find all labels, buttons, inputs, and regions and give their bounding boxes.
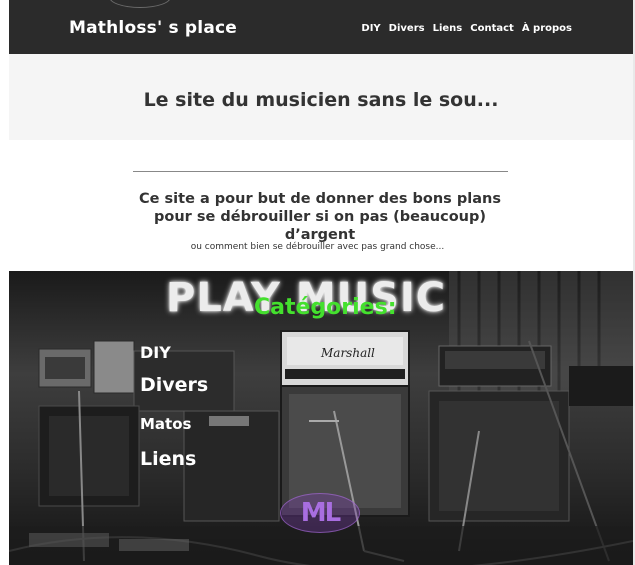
hero-banner: Marshall PLAY MUSIC Catégories: DIY Dive…: [9, 271, 633, 565]
categories-heading: Catégories:: [254, 295, 397, 320]
site-title-link[interactable]: Mathloss' s place: [69, 18, 237, 38]
main-nav: DIY Divers Liens Contact À propos: [361, 23, 572, 34]
nav-link-divers[interactable]: Divers: [389, 23, 425, 34]
category-link-liens[interactable]: Liens: [140, 448, 196, 470]
category-link-diy[interactable]: DIY: [140, 343, 171, 362]
ml-logo-text: ML: [300, 498, 341, 528]
intro-subtitle: ou comment bien se débrouiller avec pas …: [190, 242, 445, 252]
logo-circle-icon: [109, 0, 171, 8]
page-tagline: Le site du musicien sans le sou...: [143, 89, 499, 111]
amp-brand-label: Marshall: [320, 346, 375, 360]
site-header: Mathloss' s place DIY Divers Liens Conta…: [9, 0, 633, 54]
nav-link-liens[interactable]: Liens: [433, 23, 463, 34]
page-left-margin: [0, 0, 9, 565]
intro-heading: Ce site a pour but de donner des bons pl…: [139, 191, 501, 243]
nav-link-contact[interactable]: Contact: [470, 23, 514, 34]
tagline-section: Le site du musicien sans le sou...: [9, 54, 633, 140]
section-divider: [133, 171, 508, 172]
ml-logo: ML: [280, 493, 360, 533]
category-link-divers[interactable]: Divers: [140, 374, 208, 396]
category-link-matos[interactable]: Matos: [140, 415, 191, 433]
nav-link-diy[interactable]: DIY: [361, 23, 380, 34]
nav-link-a-propos[interactable]: À propos: [522, 23, 572, 34]
